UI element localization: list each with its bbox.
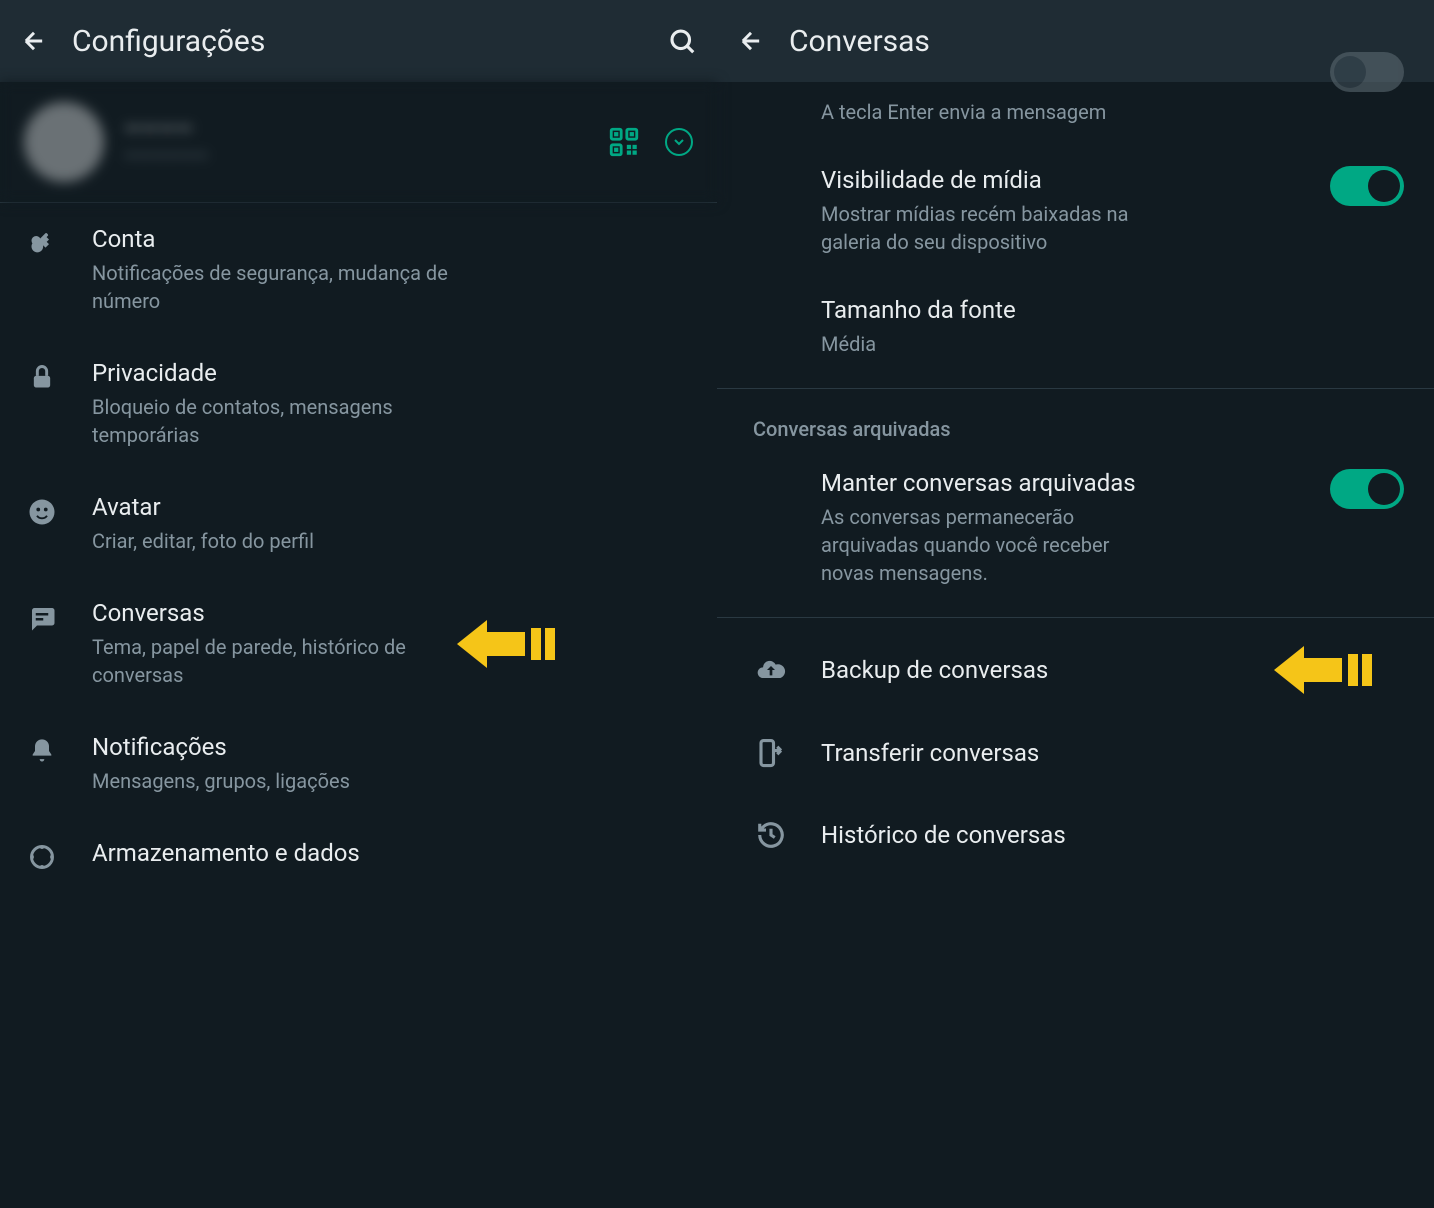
chats-panel: Conversas A tecla Enter envia a mensagem… bbox=[717, 0, 1434, 1208]
item-title: Notificações bbox=[92, 733, 472, 761]
arrow-callout-icon bbox=[1274, 642, 1374, 698]
profile-row[interactable]: ———— —————— bbox=[0, 82, 717, 203]
item-subtitle: A tecla Enter envia a mensagem bbox=[821, 98, 1161, 126]
item-subtitle: Mostrar mídias recém baixadas na galeria… bbox=[821, 200, 1161, 256]
item-subtitle: As conversas permanecerão arquivadas qua… bbox=[821, 503, 1161, 587]
item-title: Avatar bbox=[92, 493, 472, 521]
item-title: Backup de conversas bbox=[821, 656, 1048, 684]
item-title: Transferir conversas bbox=[821, 739, 1039, 767]
item-title: Visibilidade de mídia bbox=[821, 166, 1161, 194]
search-icon[interactable] bbox=[667, 26, 697, 56]
settings-title: Configurações bbox=[72, 24, 643, 59]
settings-item-avatar[interactable]: Avatar Criar, editar, foto do perfil bbox=[0, 471, 717, 577]
qr-code-icon[interactable] bbox=[607, 125, 641, 159]
item-subtitle: Criar, editar, foto do perfil bbox=[92, 527, 472, 555]
bell-icon bbox=[24, 737, 60, 765]
chevron-down-icon[interactable] bbox=[665, 128, 693, 156]
item-subtitle: Bloqueio de contatos, mensagens temporár… bbox=[92, 393, 472, 449]
setting-media-visibility[interactable]: Visibilidade de mídia Mostrar mídias rec… bbox=[717, 146, 1434, 276]
item-title: Tamanho da fonte bbox=[821, 296, 1161, 324]
setting-transfer-chats[interactable]: Transferir conversas bbox=[717, 712, 1434, 794]
item-subtitle: Média bbox=[821, 330, 1161, 358]
item-title: Privacidade bbox=[92, 359, 472, 387]
setting-chat-history[interactable]: Histórico de conversas bbox=[717, 794, 1434, 876]
avatar bbox=[24, 102, 104, 182]
item-subtitle: Notificações de segurança, mudança de nú… bbox=[92, 259, 472, 315]
settings-item-account[interactable]: Conta Notificações de segurança, mudança… bbox=[0, 203, 717, 337]
storage-icon bbox=[24, 843, 60, 871]
item-title: Histórico de conversas bbox=[821, 821, 1066, 849]
item-subtitle: Tema, papel de parede, histórico de conv… bbox=[92, 633, 472, 689]
divider bbox=[717, 617, 1434, 618]
chats-header: Conversas bbox=[717, 0, 1434, 82]
settings-item-privacy[interactable]: Privacidade Bloqueio de contatos, mensag… bbox=[0, 337, 717, 471]
cloud-upload-icon bbox=[753, 654, 789, 686]
chats-title: Conversas bbox=[789, 24, 1414, 59]
settings-header: Configurações bbox=[0, 0, 717, 82]
arrow-callout-icon bbox=[457, 616, 557, 672]
key-icon bbox=[24, 229, 60, 257]
section-header-archived: Conversas arquivadas bbox=[717, 399, 1434, 449]
settings-item-storage[interactable]: Armazenamento e dados bbox=[0, 817, 717, 893]
back-icon[interactable] bbox=[737, 27, 765, 55]
setting-enter-sends[interactable]: A tecla Enter envia a mensagem bbox=[717, 82, 1434, 146]
divider bbox=[717, 388, 1434, 389]
toggle-switch[interactable] bbox=[1330, 166, 1404, 206]
lock-icon bbox=[24, 363, 60, 391]
face-icon bbox=[24, 497, 60, 527]
back-icon[interactable] bbox=[20, 27, 48, 55]
item-subtitle: Mensagens, grupos, ligações bbox=[92, 767, 472, 795]
settings-panel: Configurações ———— —————— bbox=[0, 0, 717, 1208]
toggle-switch[interactable] bbox=[1330, 52, 1404, 92]
settings-item-chats[interactable]: Conversas Tema, papel de parede, históri… bbox=[0, 577, 717, 711]
toggle-switch[interactable] bbox=[1330, 469, 1404, 509]
setting-chat-backup[interactable]: Backup de conversas bbox=[717, 628, 1434, 712]
setting-keep-archived[interactable]: Manter conversas arquivadas As conversas… bbox=[717, 449, 1434, 607]
item-title: Conversas bbox=[92, 599, 472, 627]
chat-icon bbox=[24, 603, 60, 633]
settings-item-notifications[interactable]: Notificações Mensagens, grupos, ligações bbox=[0, 711, 717, 817]
setting-font-size[interactable]: Tamanho da fonte Média bbox=[717, 276, 1434, 378]
item-title: Armazenamento e dados bbox=[92, 839, 472, 867]
item-title: Conta bbox=[92, 225, 472, 253]
item-title: Manter conversas arquivadas bbox=[821, 469, 1161, 497]
transfer-icon bbox=[753, 738, 789, 768]
history-icon bbox=[753, 820, 789, 850]
